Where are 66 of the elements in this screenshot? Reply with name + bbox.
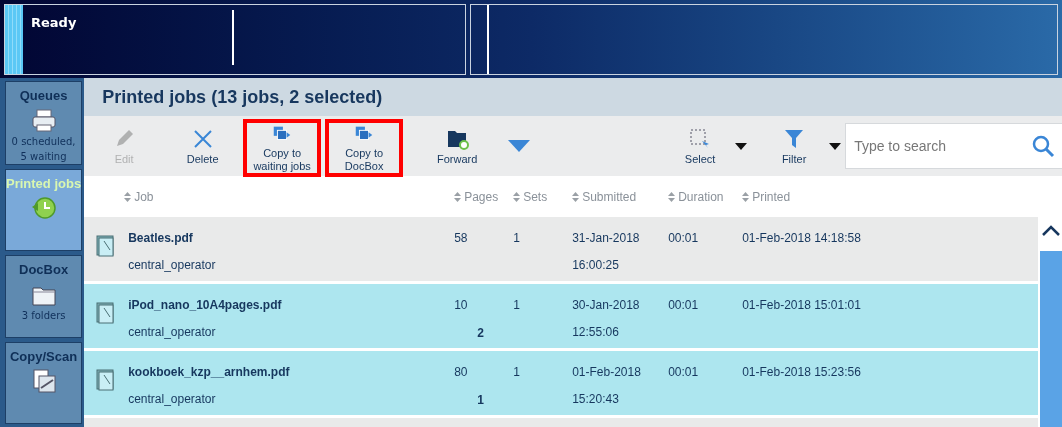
selection-order: 1	[477, 392, 484, 409]
sort-icon	[513, 191, 521, 202]
table-row[interactable]: 1 kookboek_kzp__arnhem.pdf central_operator 80 1 01-Feb-2018 15:20:43 00:01 01-Feb-2018 15:23:56	[84, 351, 1039, 415]
column-header[interactable]: Submitted	[572, 187, 637, 206]
table-cell: 01-Feb-2018 15:23:56	[742, 365, 861, 379]
job-owner: central_operator	[128, 391, 216, 408]
job-name: iPod_nano_10A4pages.pdf	[128, 297, 282, 314]
status-indicator	[5, 5, 23, 74]
column-header[interactable]: Pages	[454, 187, 499, 206]
caret-icon	[735, 142, 748, 150]
table-cell: 00:01	[668, 231, 699, 245]
table-row[interactable]: Beatles.pdf central_operator 58 1 31-Jan-2018 16:00:25 00:01 01-Feb-2018 14:18:58	[84, 217, 1039, 281]
table-cell: 58	[454, 231, 468, 245]
status-text: Ready	[31, 14, 77, 32]
sort-icon	[742, 191, 750, 202]
table-row[interactable]: 2 iPod_nano_10A4pages.pdf central_operator 10 1 30-Jan-2018 12:55:06 00:01 01-Feb-2018 15:01:01	[84, 284, 1039, 348]
table-cell: 80	[454, 365, 468, 379]
scrollbar-thumb[interactable]	[1040, 251, 1062, 427]
job-owner: central_operator	[128, 324, 216, 341]
column-header[interactable]: Job	[124, 187, 154, 206]
table-cell: 01-Feb-2018 14:18:58	[742, 231, 861, 245]
column-header[interactable]: Printed	[742, 187, 791, 206]
table-cell: 10	[454, 298, 468, 312]
search-input[interactable]: Type to search	[854, 135, 1032, 157]
caret-icon	[829, 142, 842, 150]
selection-order: 2	[477, 325, 484, 342]
sort-icon	[454, 191, 462, 202]
document-icon	[96, 369, 117, 391]
job-name: Beatles.pdf	[128, 230, 193, 247]
job-name: kookboek_kzp__arnhem.pdf	[128, 364, 290, 381]
table-cell-text: 12:55:06	[572, 324, 619, 341]
page-title: Printed jobs (13 jobs, 2 selected)	[102, 85, 383, 109]
toolbar-button[interactable]: Copy to waiting jobs	[243, 119, 322, 177]
toolbar-button[interactable]: Filter	[759, 116, 830, 176]
table-cell: 1	[513, 298, 520, 312]
table-cell-text: 15:20:43	[572, 391, 619, 408]
table-cell: 1	[513, 231, 520, 245]
sidebar-item[interactable]: Queues 0 scheduled, 5 waiting	[5, 81, 83, 165]
sort-icon	[124, 191, 132, 202]
table-cell: 00:01	[668, 298, 699, 312]
table-cell-text: 16:00:25	[572, 257, 619, 274]
sort-icon	[668, 191, 676, 202]
search-field[interactable]: Type to search	[845, 123, 1062, 169]
table-cell-text: 31-Jan-2018	[572, 230, 640, 247]
toolbar-button[interactable]: Forward	[409, 116, 506, 176]
table-cell: 00:01	[668, 365, 699, 379]
scroll-up-icon[interactable]	[1041, 225, 1062, 237]
dropdown-icon	[508, 140, 531, 152]
table-cell: 01-Feb-2018 15:01:01	[742, 298, 861, 312]
sidebar-item[interactable]: Copy/Scan	[5, 341, 83, 424]
search-icon[interactable]	[1031, 134, 1056, 158]
sidebar-item[interactable]: Printed jobs	[5, 168, 83, 251]
toolbar-button[interactable]: Delete	[164, 116, 242, 176]
table-cell-text: 01-Feb-2018	[572, 364, 641, 381]
printer-icon	[29, 107, 58, 134]
job-owner: central_operator	[128, 257, 216, 274]
table-cell: 1	[513, 365, 520, 379]
document-icon	[96, 302, 117, 324]
sidebar-item[interactable]: DocBox 3 folders	[5, 255, 83, 338]
table-cell-text: 30-Jan-2018	[572, 297, 640, 314]
column-header[interactable]: Duration	[668, 187, 724, 206]
toolbar-button[interactable]: Copy to DocBox	[325, 119, 404, 177]
column-header[interactable]: Sets	[513, 187, 548, 206]
toolbar-button[interactable]: Select	[665, 116, 736, 176]
sort-icon	[572, 191, 580, 202]
document-icon	[96, 235, 117, 257]
